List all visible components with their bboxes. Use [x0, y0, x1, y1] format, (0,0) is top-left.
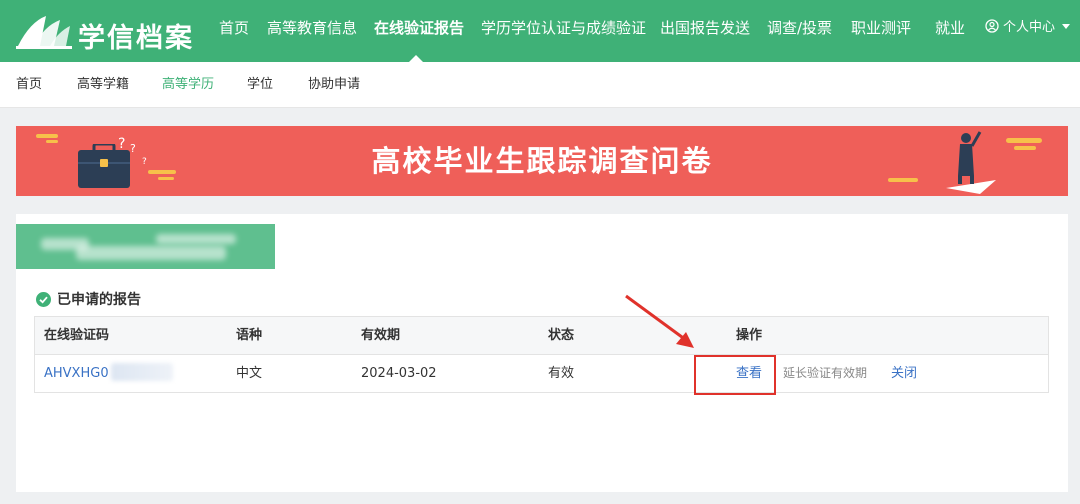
subnav-enrollment[interactable]: 高等学籍 — [77, 62, 129, 108]
column-header-language: 语种 — [236, 328, 263, 343]
subnav-academic-record[interactable]: 高等学历 — [162, 62, 214, 108]
annotation-arrow-icon — [625, 294, 694, 348]
reports-table: 在线验证码 语种 有效期 状态 操作 AHVXHG0 中文 2024-03-02… — [34, 316, 1049, 393]
nav-degree-certification[interactable]: 学历学位认证与成绩验证 — [481, 0, 646, 62]
nav-employment[interactable]: 就业 — [935, 0, 965, 62]
active-nav-caret — [409, 55, 423, 62]
brand-name: 学信档案 — [78, 23, 194, 54]
survey-banner[interactable]: ? ? ? 高校毕业生跟踪调查问卷 — [16, 126, 1068, 196]
report-card: 已申请的报告 在线验证码 语种 有效期 状态 操作 AHVXHG0 中文 202… — [16, 214, 1068, 492]
subnav-assist-application[interactable]: 协助申请 — [308, 62, 360, 108]
user-center-menu[interactable]: 个人中心 — [985, 0, 1074, 62]
applied-reports-heading: 已申请的报告 — [36, 289, 141, 309]
column-header-valid-until: 有效期 — [361, 328, 401, 343]
nav-career-assessment[interactable]: 职业测评 — [851, 0, 911, 62]
report-valid-until: 2024-03-02 — [361, 366, 437, 381]
brand-logo[interactable]: 学信档案 — [16, 10, 192, 54]
user-circle-icon — [985, 19, 999, 33]
blurred-text — [76, 246, 226, 260]
applied-reports-title: 已申请的报告 — [57, 292, 141, 308]
column-header-status: 状态 — [548, 328, 575, 343]
caret-down-icon — [1062, 24, 1071, 29]
user-name-strip — [16, 224, 275, 269]
highlight-box — [694, 355, 776, 395]
nav-home[interactable]: 首页 — [219, 0, 249, 62]
table-header: 在线验证码 语种 有效期 状态 操作 — [35, 317, 1048, 355]
nav-overseas-report[interactable]: 出国报告发送 — [660, 0, 750, 62]
banner-title: 高校毕业生跟踪调查问卷 — [371, 144, 713, 178]
close-report-link[interactable]: 关闭 — [891, 355, 917, 392]
nav-higher-education-info[interactable]: 高等教育信息 — [267, 0, 357, 62]
blurred-code-suffix — [110, 363, 173, 381]
sub-nav: 首页 高等学籍 高等学历 学位 协助申请 — [0, 62, 1080, 108]
nav-survey-vote[interactable]: 调查/投票 — [767, 0, 832, 62]
nav-online-verification-report[interactable]: 在线验证报告 — [374, 0, 464, 62]
subnav-home[interactable]: 首页 — [16, 62, 42, 108]
book-logo-icon — [16, 16, 72, 49]
column-header-code: 在线验证码 — [44, 328, 110, 343]
blurred-text — [156, 234, 236, 244]
verification-code-text: AHVXHG0 — [44, 366, 109, 381]
check-circle-icon — [36, 292, 51, 307]
table-row: AHVXHG0 中文 2024-03-02 有效 查看 延长验证有效期 关闭 — [35, 355, 1048, 392]
report-language: 中文 — [236, 366, 263, 381]
column-header-actions: 操作 — [736, 328, 763, 343]
extend-validity-link[interactable]: 延长验证有效期 — [783, 355, 867, 392]
subnav-degree[interactable]: 学位 — [247, 62, 273, 108]
user-center-label: 个人中心 — [1003, 20, 1056, 35]
top-nav: 学信档案 首页 高等教育信息 在线验证报告 学历学位认证与成绩验证 出国报告发送… — [0, 0, 1080, 62]
verification-code: AHVXHG0 — [44, 355, 173, 392]
report-status: 有效 — [548, 366, 575, 381]
